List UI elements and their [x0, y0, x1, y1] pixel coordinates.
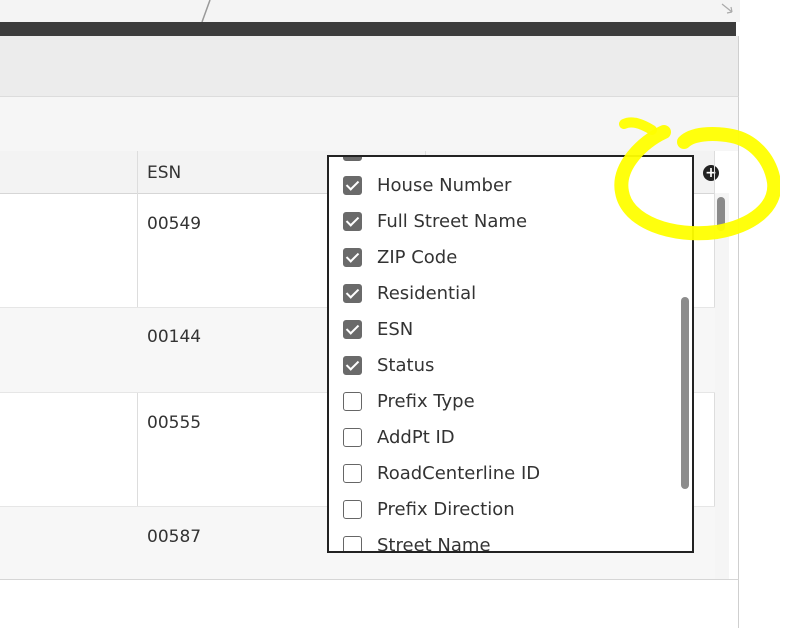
column-header-esn[interactable]: ESN: [147, 163, 181, 183]
plus-circle-icon[interactable]: +: [703, 165, 719, 181]
menu-item[interactable]: House Number: [343, 170, 673, 200]
dark-header-bar: [0, 22, 736, 36]
menu-item[interactable]: Full Street Name: [343, 206, 673, 236]
cell-esn: 00555: [147, 413, 202, 433]
menu-item[interactable]: ESN: [343, 314, 673, 344]
menu-item-label: RoadCenterline ID: [377, 462, 541, 484]
menu-item-label: Residential: [377, 282, 477, 304]
checkbox-checked[interactable]: [343, 319, 362, 339]
menu-item-label: Prefix Direction: [377, 498, 515, 520]
menu-item-label: ZIP Code: [377, 246, 458, 268]
menu-scrollbar-thumb[interactable]: [681, 297, 689, 489]
menu-item[interactable]: Prefix Direction: [343, 494, 673, 524]
menu-item-label: Prefix Type: [377, 390, 475, 412]
cell-esn: 00587: [147, 527, 202, 547]
menu-item-label: Status: [377, 354, 435, 376]
checkbox-checked[interactable]: [343, 247, 362, 267]
checkbox-unchecked[interactable]: [343, 499, 362, 519]
menu-item-label: AddPt ID: [377, 426, 455, 448]
checkbox-unchecked[interactable]: [343, 391, 362, 411]
menu-item[interactable]: Street Name: [343, 530, 673, 553]
checkbox-checked[interactable]: [343, 283, 362, 303]
divider-line: [201, 0, 211, 22]
menu-item-label: Street Name: [377, 534, 491, 553]
column-visibility-menu: House Number Full Street Name ZIP Code Resi…: [327, 155, 694, 553]
grid-scrollbar-track[interactable]: [715, 193, 729, 579]
grid-scrollbar-thumb[interactable]: [717, 197, 725, 231]
grid-footer: [0, 579, 739, 628]
menu-item[interactable]: Status: [343, 350, 673, 380]
grid-toolbar: [0, 96, 739, 152]
menu-item[interactable]: ZIP Code: [343, 242, 673, 272]
checkbox-checked[interactable]: [343, 355, 362, 375]
menu-item[interactable]: Prefix Type: [343, 386, 673, 416]
menu-item-label: House Number: [377, 174, 512, 196]
menu-item-label: Full Street Name: [377, 210, 528, 232]
menu-item[interactable]: RoadCenterline ID: [343, 458, 673, 488]
checkbox-unchecked[interactable]: [343, 535, 362, 551]
checkbox-unchecked[interactable]: [343, 427, 362, 447]
checkbox-unchecked[interactable]: [343, 463, 362, 483]
cell-esn: 00549: [147, 214, 202, 234]
top-strip: [0, 0, 740, 22]
cell-esn: 00144: [147, 327, 202, 347]
menu-item-label: ESN: [377, 318, 414, 340]
menu-item[interactable]: AddPt ID: [343, 422, 673, 452]
checkbox-checked[interactable]: [343, 175, 362, 195]
corner-icon: [718, 0, 736, 20]
menu-item[interactable]: Residential: [343, 278, 673, 308]
partial-checkbox: [343, 157, 362, 161]
panel-area: [0, 36, 739, 96]
checkbox-checked[interactable]: [343, 211, 362, 231]
